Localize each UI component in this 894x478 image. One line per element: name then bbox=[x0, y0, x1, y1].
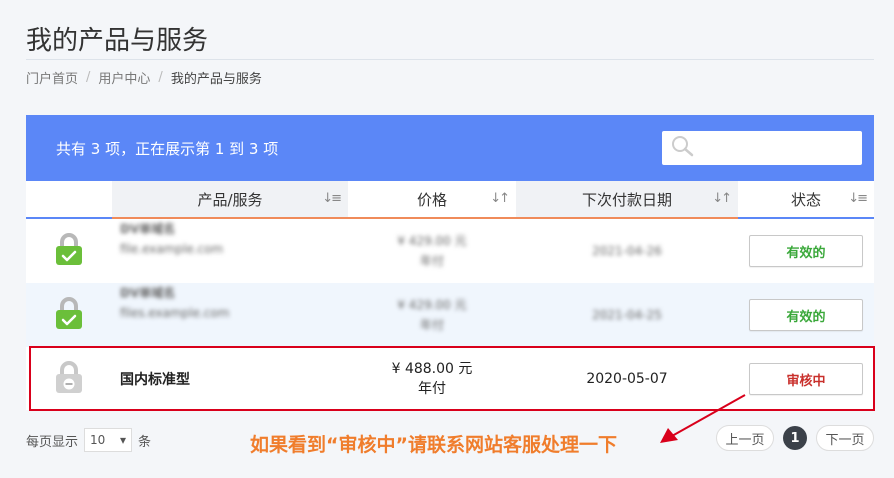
next-due-date: 2021-04-26 bbox=[592, 244, 662, 258]
billing-cycle: 年付 bbox=[419, 318, 444, 332]
breadcrumb-current: 我的产品与服务 bbox=[170, 72, 262, 87]
search-icon bbox=[670, 135, 696, 161]
table-row[interactable]: DV单域名 files.example.com ¥ 429.00 元 年付 20… bbox=[26, 283, 874, 347]
row-product-cell[interactable]: DV单域名 files.example.com bbox=[112, 283, 348, 347]
column-header-icon bbox=[26, 181, 112, 219]
breadcrumb-separator: / bbox=[158, 70, 163, 85]
breadcrumb-user-center[interactable]: 用户中心 bbox=[98, 68, 150, 87]
product-name: DV单域名 bbox=[120, 286, 176, 300]
prev-page-button[interactable]: 上一页 bbox=[716, 425, 774, 451]
table-row[interactable]: 国内标准型 ¥ 488.00 元 年付 2020-05-07 审核中 bbox=[26, 347, 874, 411]
column-header-label: 产品/服务 bbox=[197, 190, 263, 209]
row-icon-cell bbox=[26, 347, 112, 411]
column-header-status[interactable]: 状态 ↓≡ bbox=[738, 181, 874, 219]
row-price-cell: ¥ 429.00 元 年付 bbox=[348, 283, 516, 347]
page-size-label: 每页显示 bbox=[26, 434, 79, 450]
table-header: 产品/服务 ↓≡ 价格 ↓↑ 下次付款日期 ↓↑ 状态 ↓≡ bbox=[26, 181, 874, 219]
page-size-unit: 条 bbox=[138, 434, 152, 450]
lock-pending-icon bbox=[54, 360, 84, 398]
current-page-button[interactable]: 1 bbox=[783, 426, 807, 450]
row-product-cell[interactable]: 国内标准型 bbox=[112, 347, 348, 411]
product-name: DV单域名 bbox=[120, 222, 176, 236]
product-domain: files.example.com bbox=[120, 306, 230, 320]
status-badge[interactable]: 有效的 bbox=[749, 299, 863, 331]
product-name: 国内标准型 bbox=[120, 372, 190, 388]
row-date-cell: 2021-04-26 bbox=[516, 219, 738, 283]
page-size-control: 每页显示 10 ▾ 条 bbox=[26, 428, 151, 452]
status-badge[interactable]: 有效的 bbox=[749, 235, 863, 267]
row-date-cell: 2020-05-07 bbox=[516, 347, 738, 411]
sort-icon[interactable]: ↓≡ bbox=[322, 191, 342, 206]
sort-icon[interactable]: ↓↑ bbox=[712, 191, 732, 206]
breadcrumb: 门户首页 / 用户中心 / 我的产品与服务 bbox=[26, 68, 262, 87]
product-domain: file.example.com bbox=[120, 242, 224, 256]
sort-icon[interactable]: ↓↑ bbox=[490, 191, 510, 206]
row-date-cell: 2021-04-25 bbox=[516, 283, 738, 347]
table-summary: 共有 3 项，正在展示第 1 到 3 项 bbox=[56, 139, 279, 158]
row-price-cell: ¥ 429.00 元 年付 bbox=[348, 219, 516, 283]
status-badge[interactable]: 审核中 bbox=[749, 363, 863, 395]
table-row[interactable]: DV单域名 file.example.com ¥ 429.00 元 年付 202… bbox=[26, 219, 874, 283]
sort-icon[interactable]: ↓≡ bbox=[848, 191, 868, 206]
row-product-cell[interactable]: DV单域名 file.example.com bbox=[112, 219, 348, 283]
lock-check-icon bbox=[54, 232, 84, 270]
breadcrumb-separator: / bbox=[86, 70, 91, 85]
column-header-label: 下次付款日期 bbox=[581, 190, 672, 209]
billing-cycle: 年付 bbox=[418, 381, 446, 397]
next-due-date: 2021-04-25 bbox=[592, 308, 662, 322]
search-input[interactable] bbox=[696, 133, 872, 163]
price-amount: ¥ 429.00 元 bbox=[397, 298, 467, 312]
breadcrumb-home[interactable]: 门户首页 bbox=[26, 68, 78, 87]
page-title: 我的产品与服务 bbox=[26, 26, 209, 56]
pagination: 上一页 1 下一页 bbox=[716, 425, 874, 451]
search-box[interactable] bbox=[662, 131, 872, 165]
row-price-cell: ¥ 488.00 元 年付 bbox=[348, 347, 516, 411]
next-page-button[interactable]: 下一页 bbox=[816, 425, 874, 451]
row-status-cell: 审核中 bbox=[738, 347, 874, 411]
annotation-note: 如果看到“审核中”请联系网站客服处理一下 bbox=[250, 434, 617, 456]
price-amount: ¥ 429.00 元 bbox=[397, 234, 467, 248]
column-header-label: 状态 bbox=[790, 190, 821, 209]
column-header-label: 价格 bbox=[416, 190, 447, 209]
products-panel: 共有 3 项，正在展示第 1 到 3 项 产品/服务 ↓≡ 价格 ↓↑ 下次付款… bbox=[26, 115, 874, 410]
table-toolbar: 共有 3 项，正在展示第 1 到 3 项 bbox=[26, 115, 874, 181]
caret-down-icon: ▾ bbox=[119, 433, 127, 447]
column-header-price[interactable]: 价格 ↓↑ bbox=[348, 181, 516, 219]
lock-check-icon bbox=[54, 296, 84, 334]
row-status-cell: 有效的 bbox=[738, 283, 874, 347]
page-size-value: 10 bbox=[90, 433, 106, 447]
column-header-product[interactable]: 产品/服务 ↓≡ bbox=[112, 181, 348, 219]
column-header-next-due-date[interactable]: 下次付款日期 ↓↑ bbox=[516, 181, 738, 219]
page-size-select[interactable]: 10 ▾ bbox=[84, 428, 133, 452]
title-divider bbox=[26, 59, 874, 60]
row-status-cell: 有效的 bbox=[738, 219, 874, 283]
price-amount: ¥ 488.00 元 bbox=[391, 361, 473, 377]
row-icon-cell bbox=[26, 219, 112, 283]
next-due-date: 2020-05-07 bbox=[586, 371, 668, 387]
row-icon-cell bbox=[26, 283, 112, 347]
billing-cycle: 年付 bbox=[419, 254, 444, 268]
